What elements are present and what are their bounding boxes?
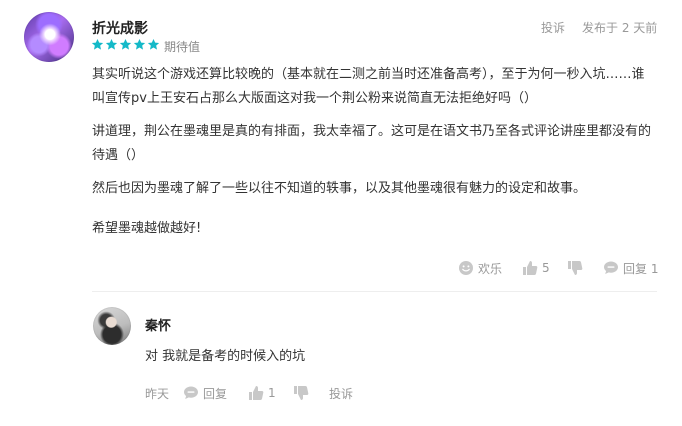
thumbs-down-icon <box>294 386 309 400</box>
thumbs-down-icon <box>568 261 583 275</box>
comment-paragraph: 然后也因为墨魂了解了一些以往不知道的轶事，以及其他墨魂很有魅力的设定和故事。 <box>92 181 587 196</box>
reply-username[interactable]: 秦怀 <box>145 315 171 334</box>
star-icon <box>133 38 146 50</box>
reply-time: 昨天 <box>145 386 170 401</box>
reply-reply-button[interactable]: 回复 <box>183 382 227 404</box>
like-button[interactable]: 5 <box>522 257 550 279</box>
comment-bubble-icon <box>604 261 618 274</box>
fun-label: 欢乐 <box>478 261 503 276</box>
comment-paragraph: 希望墨魂越做越好! <box>92 221 202 236</box>
reply-dislike-button[interactable] <box>293 382 309 404</box>
user-avatar[interactable] <box>24 12 74 62</box>
dislike-button[interactable] <box>567 257 583 279</box>
reply-reply-label: 回复 <box>203 386 228 401</box>
smile-icon <box>459 261 473 275</box>
reply-report-link[interactable]: 投诉 <box>329 382 353 404</box>
reply-text: 对 我就是备考的时候入的坑 <box>145 349 306 364</box>
comment-bubble-icon <box>184 386 198 399</box>
star-icon <box>91 38 104 50</box>
rating-stars <box>91 38 160 52</box>
comment-username[interactable]: 折光成影 <box>92 18 148 38</box>
rating-label: 期待值 <box>164 40 201 54</box>
divider <box>92 291 657 292</box>
reply-avatar[interactable] <box>93 307 131 345</box>
post-time: 发布于 2 天前 <box>582 21 658 35</box>
like-count: 5 <box>542 261 550 275</box>
comment-paragraph: 其实听说这个游戏还算比较晚的（基本就在二测之前当时还准备高考），至于为何一秒入坑… <box>92 67 645 106</box>
thumbs-up-icon <box>523 261 538 275</box>
report-link[interactable]: 投诉 <box>541 19 565 36</box>
star-icon <box>119 38 132 50</box>
thumbs-up-icon <box>249 386 264 400</box>
reply-count: 回复 1 <box>623 261 659 276</box>
star-icon <box>147 38 160 50</box>
comment-paragraph: 讲道理，荆公在墨魂里是真的有排面，我太幸福了。这可是在语文书乃至各式评论讲座里都… <box>92 124 652 163</box>
reply-like-button[interactable]: 1 <box>248 382 276 404</box>
reply-like-count: 1 <box>268 386 276 400</box>
star-icon <box>105 38 118 50</box>
reply-button[interactable]: 回复 1 <box>603 257 658 279</box>
fun-button[interactable]: 欢乐 <box>458 257 502 279</box>
